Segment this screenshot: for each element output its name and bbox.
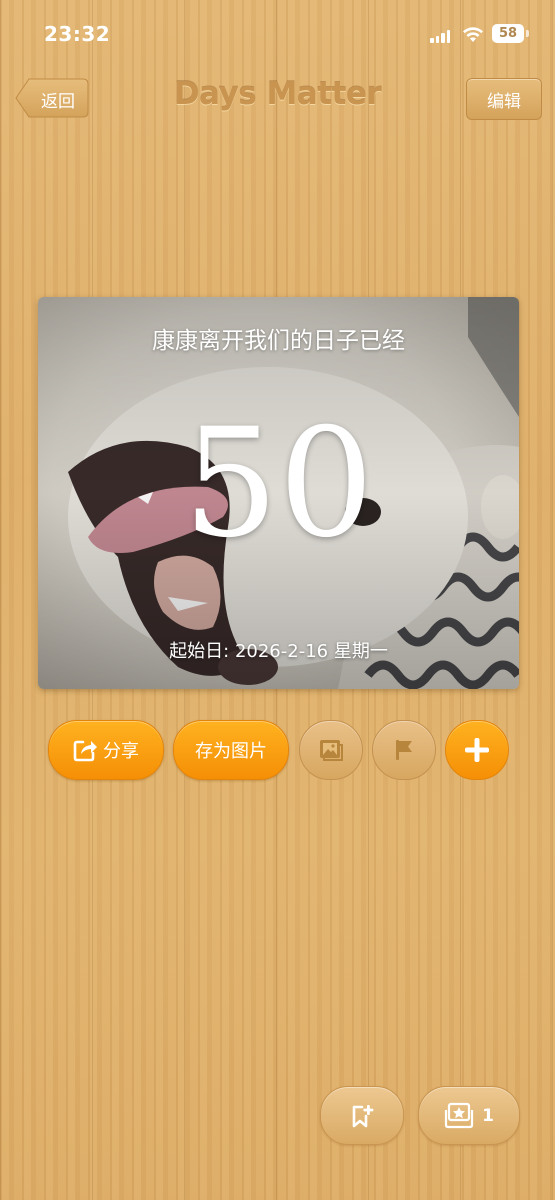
photo-frame-icon: [444, 1102, 474, 1128]
battery-icon: 58: [492, 24, 524, 43]
save-image-button[interactable]: 存为图片: [173, 720, 289, 780]
image-icon: [320, 740, 343, 761]
add-button[interactable]: [445, 720, 509, 780]
cards-button[interactable]: 1: [418, 1086, 520, 1145]
share-label: 分享: [103, 741, 139, 762]
status-time: 23:32: [44, 22, 111, 46]
share-icon: [73, 740, 97, 762]
cards-count: 1: [482, 1105, 494, 1126]
flag-icon: [396, 740, 412, 760]
days-count: 50: [183, 397, 374, 571]
flag-button[interactable]: [372, 720, 436, 780]
change-background-button[interactable]: [299, 720, 363, 780]
cellular-signal-icon: [430, 30, 450, 43]
share-button[interactable]: 分享: [48, 720, 164, 780]
plus-icon: [465, 738, 489, 762]
status-bar: 23:32 58: [0, 0, 555, 60]
battery-cap: [526, 30, 529, 37]
add-bookmark-button[interactable]: [320, 1086, 404, 1145]
countdown-card: 康康离开我们的日子已经 50 起始日: 2026-2-16 星期一: [38, 297, 519, 689]
edit-button[interactable]: 编辑: [466, 78, 542, 120]
bookmark-add-icon: [352, 1104, 374, 1127]
event-title: 康康离开我们的日子已经: [152, 328, 405, 354]
save-image-label: 存为图片: [195, 741, 267, 762]
wifi-icon: [463, 27, 483, 42]
start-date: 起始日: 2026-2-16 星期一: [169, 641, 388, 662]
